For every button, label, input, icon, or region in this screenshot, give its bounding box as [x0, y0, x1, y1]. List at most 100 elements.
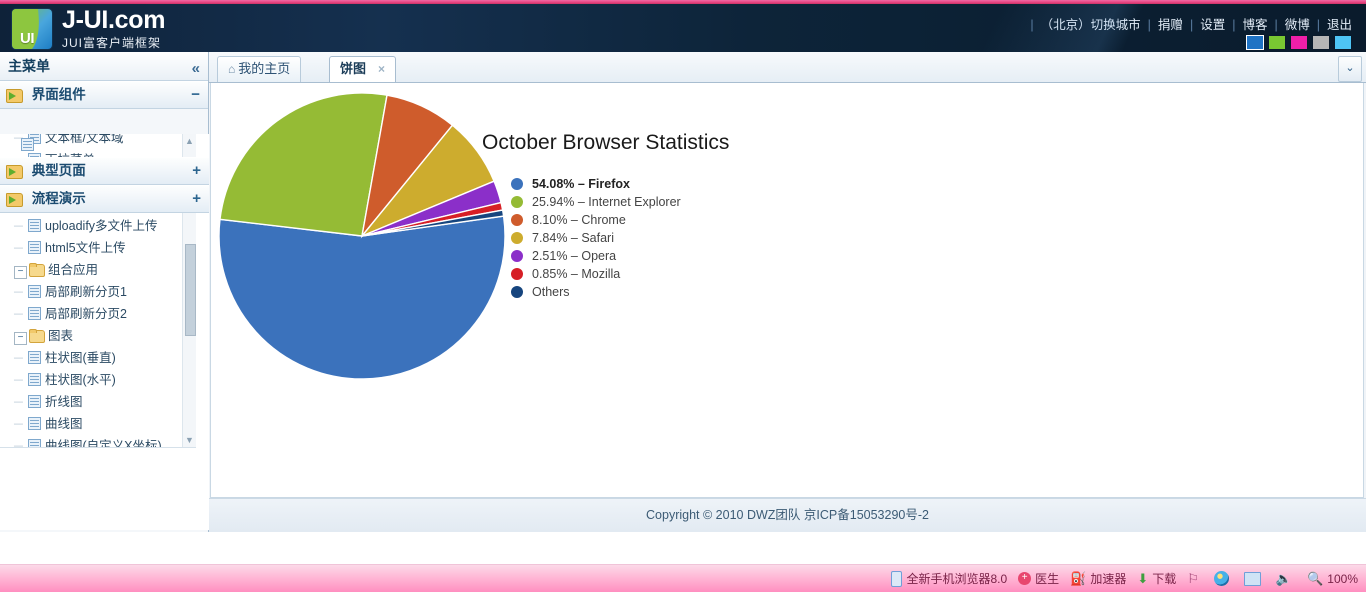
status-bar-item[interactable]: ⬇ 下载: [1137, 570, 1176, 587]
main-panel: ⌄ ⌂ 我的主页 饼图 × October Browser Statistics 54…: [209, 52, 1366, 532]
sidebar-group-label: 界面组件: [31, 87, 86, 102]
theme-magenta-swatch[interactable]: [1290, 35, 1308, 50]
sidebar-title: 主菜单: [8, 58, 50, 74]
theme-cyan-swatch[interactable]: [1334, 35, 1352, 50]
logo-subtitle: JUI富客户端框架: [62, 36, 162, 50]
status-bar-item[interactable]: + 医生: [1018, 570, 1059, 587]
sidebar-group-toggle-icon[interactable]: +: [192, 158, 201, 184]
status-bar-item-label: 加速器: [1090, 572, 1127, 586]
application-window: UI J-UI.com JUI富客户端框架 | （北京）切换城市 | 捐赠 | 设置 | 博客…: [0, 0, 1366, 592]
folder-arrow-icon: [6, 88, 23, 103]
sidebar-tree-scroll: ─表单 ─表单验证 ─日期控件 ─文本框/文本域 ─下拉菜单 ─多选框/单选框 …: [0, 134, 209, 530]
sidebar-tree-item[interactable]: ─ 柱状图(垂直): [0, 347, 196, 369]
sidebar-group-process-demo[interactable]: 流程演示 +: [0, 185, 209, 213]
tab-label: 饼图: [340, 61, 367, 76]
sidebar-item-label: 柱状图(垂直): [45, 351, 116, 365]
sidebar: 主菜单 « 界面组件 − ─表单 ─表单验证 ─日期控件 ─文本框/文本域 ─下…: [0, 52, 209, 532]
logo[interactable]: UI J-UI.com JUI富客户端框架: [12, 8, 165, 49]
sidebar-tree-item[interactable]: ─ 局部刷新分页2: [0, 303, 196, 325]
scrollbar-thumb[interactable]: [185, 244, 196, 336]
status-bar-item[interactable]: 🔈: [1276, 571, 1296, 587]
sidebar-folder-item[interactable]: − 组合应用: [0, 259, 196, 281]
theme-blue-swatch[interactable]: [1246, 35, 1264, 50]
phone-icon: [891, 570, 903, 587]
tree-line: ─: [14, 351, 23, 365]
sidebar-tree-item[interactable]: ─ 柱状图(水平): [0, 369, 196, 391]
logo-title: J-UI.com: [62, 6, 166, 34]
legend-item[interactable]: 54.08% – Firefox: [511, 175, 681, 193]
legend-color-swatch: [511, 268, 523, 280]
theme-switcher[interactable]: [1246, 35, 1352, 50]
tab-pie-chart[interactable]: 饼图 ×: [329, 56, 397, 82]
top-nav-link[interactable]: 博客: [1242, 18, 1267, 32]
sidebar-group-ui-components[interactable]: 界面组件 −: [0, 81, 208, 109]
tree-line: [0, 413, 14, 435]
tab-content: October Browser Statistics 54.08% – Fire…: [210, 83, 1364, 498]
sidebar-folder-item[interactable]: − 图表: [0, 325, 196, 347]
tree-line: [0, 391, 14, 413]
status-bar-item-label: 全新手机浏览器8.0: [906, 572, 1008, 586]
pie-slice-internet-explorer[interactable]: [219, 92, 388, 237]
home-icon: ⌂: [228, 62, 236, 76]
legend-item[interactable]: 2.51% – Opera: [511, 247, 681, 265]
status-bar-item-label: 100%: [1327, 571, 1358, 586]
scroll-down-icon[interactable]: ▼: [183, 433, 196, 447]
top-nav-link[interactable]: 捐赠: [1158, 18, 1183, 32]
status-bar-item-label: 医生: [1035, 572, 1060, 586]
status-bar-item[interactable]: [1213, 571, 1233, 586]
sidebar-tree-item[interactable]: ─ html5文件上传: [0, 237, 196, 259]
sidebar-tree-item[interactable]: ─ 局部刷新分页1: [0, 281, 196, 303]
page-icon: [28, 439, 41, 447]
legend-color-swatch: [511, 196, 523, 208]
tree-line: ─: [14, 285, 23, 299]
sidebar-title-bar: 主菜单 «: [0, 52, 208, 81]
tree-expander-icon[interactable]: −: [14, 266, 27, 279]
status-bar-item[interactable]: 🔍 100%: [1307, 571, 1358, 587]
sidebar-group-toggle-icon[interactable]: +: [192, 186, 201, 212]
tab-close-icon[interactable]: ×: [378, 62, 385, 76]
folder-arrow-icon: [6, 192, 23, 207]
tab-label: 我的主页: [238, 61, 291, 76]
theme-gray-swatch[interactable]: [1312, 35, 1330, 50]
monitor-icon: [1243, 571, 1261, 586]
sidebar-item-label: 图表: [48, 329, 74, 343]
status-bar-item[interactable]: ⛽ 加速器: [1070, 570, 1126, 587]
zoom-icon: 🔍: [1307, 570, 1324, 586]
scroll-up-icon[interactable]: ▲: [183, 134, 196, 148]
sidebar-collapse-icon[interactable]: «: [192, 55, 200, 83]
sidebar-item-label: 局部刷新分页1: [45, 285, 127, 299]
tab-overflow-button[interactable]: ⌄: [1338, 56, 1362, 82]
legend-item[interactable]: 0.85% – Mozilla: [511, 265, 681, 283]
sidebar-item-label: uploadify多文件上传: [45, 219, 158, 233]
nav-separator: |: [1274, 18, 1278, 32]
body-area: 主菜单 « 界面组件 − ─表单 ─表单验证 ─日期控件 ─文本框/文本域 ─下…: [0, 52, 1366, 532]
sidebar-item-label: 局部刷新分页2: [45, 307, 127, 321]
copyright-text: Copyright © 2010 DWZ团队 京ICP备15053290号-2: [646, 508, 929, 522]
sidebar-tree-item[interactable]: ─ uploadify多文件上传: [0, 215, 196, 237]
top-nav-link[interactable]: 退出: [1327, 18, 1352, 32]
sidebar-group-typical-pages[interactable]: 典型页面 +: [0, 157, 209, 185]
legend-item[interactable]: 8.10% – Chrome: [511, 211, 681, 229]
legend-item[interactable]: 7.84% – Safari: [511, 229, 681, 247]
sidebar-group-toggle-icon[interactable]: −: [191, 82, 200, 108]
folder-icon: [29, 263, 45, 277]
tab-home[interactable]: ⌂ 我的主页: [217, 56, 302, 82]
legend-item[interactable]: 25.94% – Internet Explorer: [511, 193, 681, 211]
legend-label: 2.51% – Opera: [532, 249, 617, 263]
status-bar-item[interactable]: 全新手机浏览器8.0: [891, 570, 1007, 587]
status-bar-item[interactable]: ⚐: [1187, 571, 1203, 587]
app-header: UI J-UI.com JUI富客户端框架 | （北京）切换城市 | 捐赠 | 设置 | 博客…: [0, 4, 1366, 52]
sidebar-tree-item[interactable]: ─ 曲线图(自定义X坐标): [0, 435, 196, 447]
theme-green-swatch[interactable]: [1268, 35, 1286, 50]
pie-slice-firefox[interactable]: [218, 215, 506, 380]
tree-line: [0, 435, 14, 447]
top-nav-link[interactable]: 设置: [1200, 18, 1225, 32]
sidebar-tree-item[interactable]: ─ 折线图: [0, 391, 196, 413]
legend-item[interactable]: Others: [511, 283, 681, 301]
sidebar-tree-item[interactable]: ─ 曲线图: [0, 413, 196, 435]
top-nav-link[interactable]: （北京）切换城市: [1041, 18, 1141, 32]
status-bar-item[interactable]: [1243, 571, 1265, 586]
chart-title: October Browser Statistics: [482, 131, 730, 154]
top-nav-link[interactable]: 微博: [1285, 18, 1310, 32]
tree-expander-icon[interactable]: −: [14, 332, 27, 345]
